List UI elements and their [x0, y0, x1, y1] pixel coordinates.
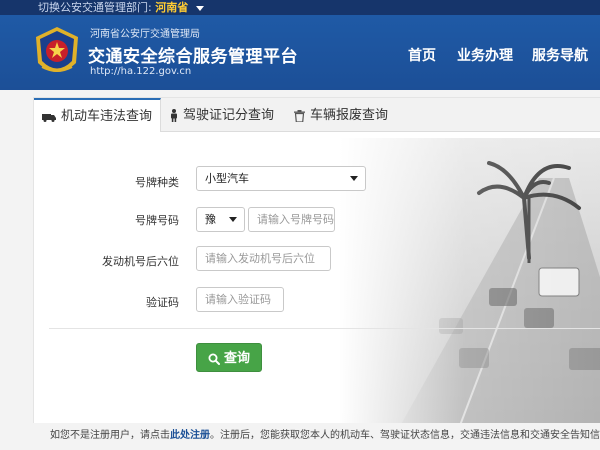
query-button-label: 查询 [223, 351, 250, 366]
engine-number-input[interactable]: 请输入发动机号后六位 [196, 246, 331, 271]
traffic-background-image [339, 138, 600, 423]
dropdown-caret-icon [350, 176, 358, 181]
site-url: http://ha.122.gov.cn [90, 66, 192, 77]
tab-vehicle-violation[interactable]: 机动车违法查询 [34, 98, 161, 132]
nav-service-guide[interactable]: 服务导航 [532, 45, 588, 65]
register-notice: 如您不是注册用户，请点击此处注册。注册后，您能获取您本人的机动车、驾驶证状态信息… [0, 426, 600, 442]
person-icon [171, 109, 177, 122]
site-header: 河南省公安厅交通管理局 交通安全综合服务管理平台 http://ha.122.g… [0, 15, 600, 90]
register-notice-suffix: 。注册后，您能获取您本人的机动车、驾驶证状态信息，交通违法信息和交通安全告知信息 [210, 430, 600, 441]
plate-number-input[interactable]: 请输入号牌号码 [248, 207, 335, 232]
nav-business[interactable]: 业务办理 [457, 45, 513, 65]
car-icon [42, 114, 56, 122]
police-emblem-logo [36, 27, 78, 72]
form-divider [49, 328, 600, 329]
tab-label: 车辆报废查询 [310, 108, 389, 123]
province-selector[interactable]: 河南省 [155, 1, 188, 14]
register-notice-prefix: 如您不是注册用户，请点击 [50, 430, 170, 441]
org-name: 河南省公安厅交通管理局 [90, 29, 200, 40]
platform-title: 交通安全综合服务管理平台 [88, 47, 298, 67]
trash-icon [294, 109, 305, 123]
plate-number-label: 号牌号码 [135, 214, 179, 227]
query-tabs: 机动车违法查询 驾驶证记分查询 车辆报废查询 [34, 98, 600, 132]
plate-prefix-select[interactable]: 豫 [196, 207, 245, 232]
plate-type-select[interactable]: 小型汽车 [196, 166, 366, 191]
nav-home[interactable]: 首页 [408, 45, 436, 65]
caret-down-icon[interactable] [195, 5, 204, 11]
search-icon [208, 353, 220, 365]
tab-vehicle-scrap[interactable]: 车辆报废查询 [286, 98, 404, 131]
engine-number-placeholder: 请输入发动机号后六位 [205, 252, 315, 265]
query-panel: 机动车违法查询 驾驶证记分查询 车辆报废查询 号牌种类 小型汽车 号牌号码 豫 … [33, 97, 600, 423]
tab-license-points[interactable]: 驾驶证记分查询 [162, 98, 285, 131]
captcha-label: 验证码 [146, 296, 179, 309]
captcha-input[interactable]: 请输入验证码 [196, 287, 284, 312]
plate-type-value: 小型汽车 [205, 172, 249, 185]
plate-prefix-value: 豫 [205, 213, 216, 226]
switch-department-label: 切换公安交通管理部门: [38, 1, 152, 14]
engine-number-label: 发动机号后六位 [102, 255, 179, 268]
dropdown-caret-icon [229, 217, 237, 222]
plate-type-label: 号牌种类 [135, 176, 179, 189]
tab-label: 机动车违法查询 [61, 109, 153, 124]
tab-label: 驾驶证记分查询 [183, 108, 275, 123]
top-bar: 切换公安交通管理部门: 河南省 [0, 0, 600, 15]
plate-number-placeholder: 请输入号牌号码 [257, 213, 334, 226]
query-button[interactable]: 查询 [196, 343, 262, 372]
captcha-placeholder: 请输入验证码 [205, 293, 271, 306]
register-link[interactable]: 此处注册 [170, 430, 210, 441]
